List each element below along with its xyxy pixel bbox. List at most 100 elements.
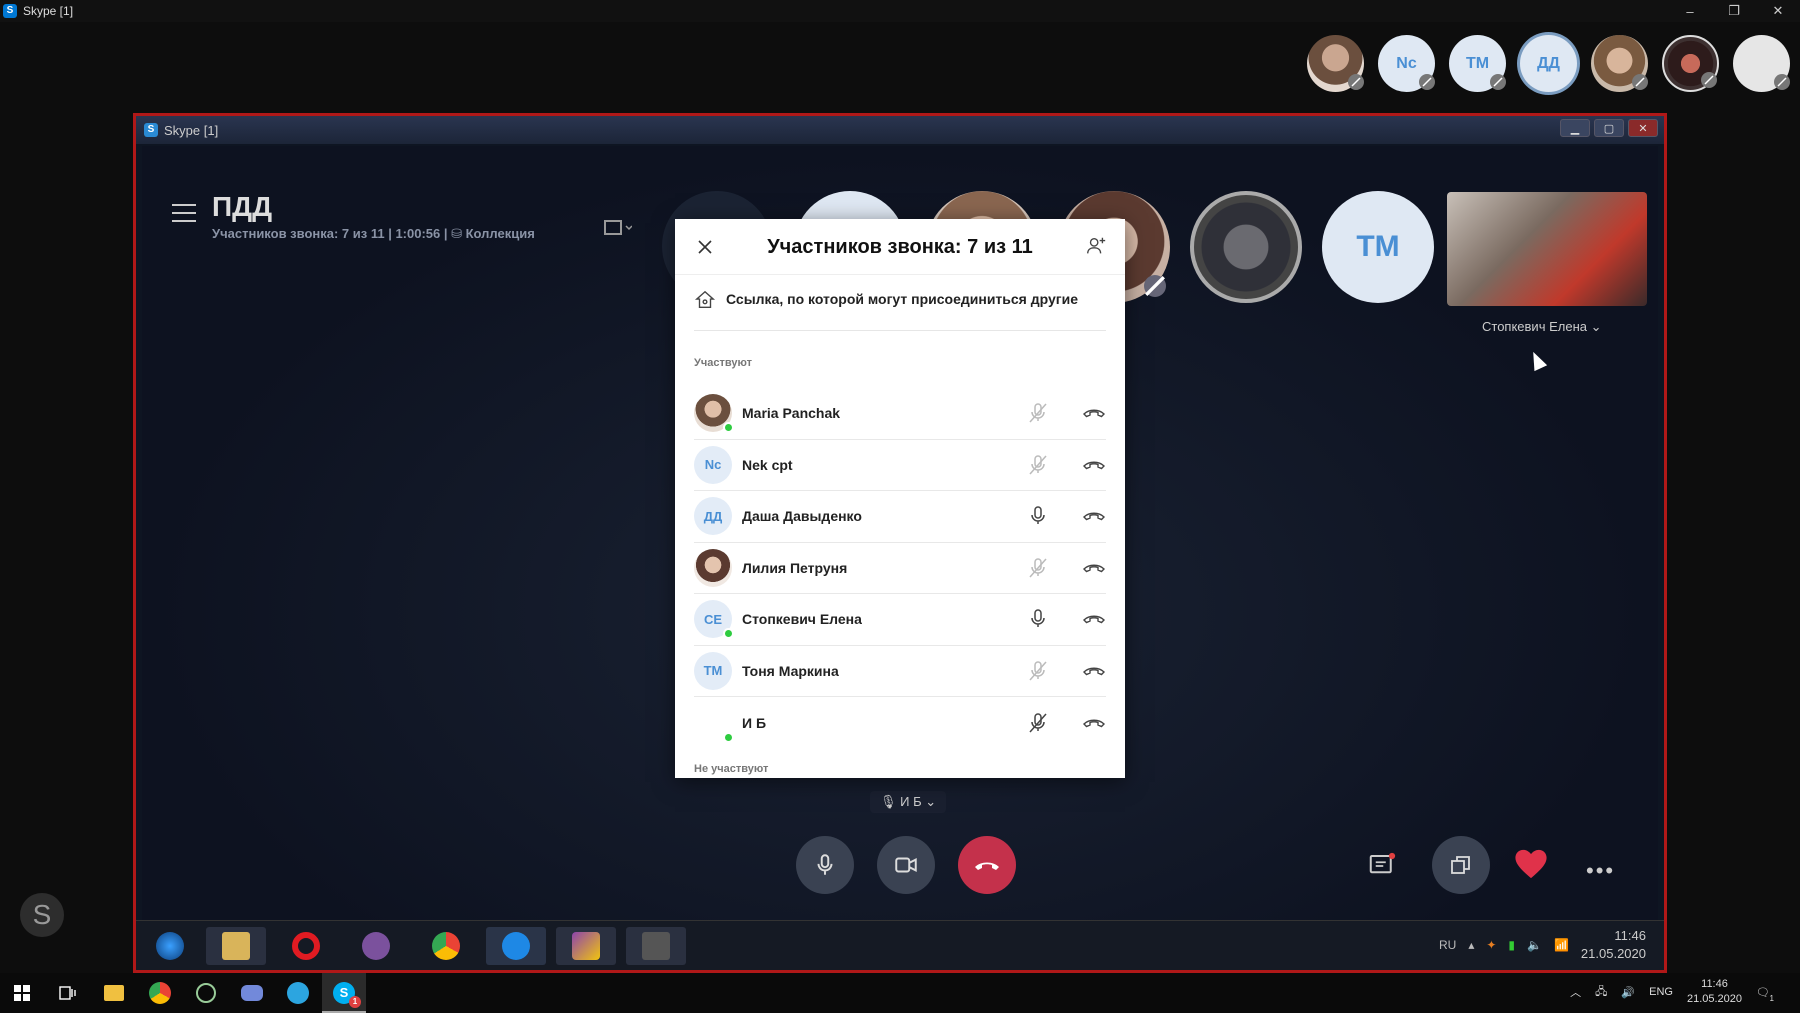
remove-from-call-icon[interactable] xyxy=(1082,711,1106,735)
participant-bubble[interactable]: Nc xyxy=(1378,35,1435,92)
mic-off-icon[interactable] xyxy=(1026,711,1050,735)
participant-row[interactable]: Maria Panchak xyxy=(694,388,1106,440)
inner-close-button[interactable]: ✕ xyxy=(1628,119,1658,137)
chat-button[interactable] xyxy=(1367,851,1397,881)
close-button[interactable]: ✕ xyxy=(1756,0,1800,22)
participant-bubble[interactable] xyxy=(1307,35,1364,92)
inner-taskbar: RU ▴ ✦ ▮ 🔈 📶 11:46 21.05.2020 xyxy=(136,920,1664,970)
video-button[interactable] xyxy=(877,836,935,894)
participant-row[interactable]: ДД Даша Давыденко xyxy=(694,491,1106,543)
mic-button[interactable] xyxy=(796,836,854,894)
participant-name: И Б xyxy=(742,714,767,731)
share-screen-icon xyxy=(1451,856,1470,874)
skype-floating-icon[interactable]: S xyxy=(20,893,64,937)
start-orb-icon[interactable] xyxy=(140,927,200,965)
call-meta: Участников звонка: 7 из 11 | 1:00:56 | ⛁… xyxy=(212,226,535,241)
participant-row[interactable]: Лилия Петруня xyxy=(694,543,1106,594)
windows-start-icon[interactable] xyxy=(8,979,36,1007)
camera-icon xyxy=(895,857,917,873)
outer-titlebar: S Skype [1] – ❐ ✕ xyxy=(0,0,1800,22)
battery-icon[interactable]: ▮ xyxy=(1508,938,1515,952)
skype-icon[interactable]: S1 xyxy=(330,979,361,1008)
notifications-icon[interactable]: 🗨 1 xyxy=(1756,986,1774,1003)
hang-up-icon xyxy=(975,862,999,870)
remove-from-call-icon[interactable] xyxy=(1082,504,1106,528)
explorer-icon[interactable] xyxy=(206,927,266,965)
avatar-initials: ДД xyxy=(1537,54,1560,72)
share-screen-button[interactable] xyxy=(1432,836,1490,894)
file-explorer-icon[interactable] xyxy=(100,979,128,1007)
participant-bubble[interactable] xyxy=(1733,35,1790,92)
participant-bubble[interactable]: TM xyxy=(1449,35,1506,92)
volume-icon[interactable]: 🔊 xyxy=(1621,986,1635,999)
chevron-up-icon[interactable]: ︿ xyxy=(1570,984,1581,1000)
avatar: TM xyxy=(694,651,732,690)
network-icon[interactable]: 🖧 xyxy=(1595,983,1607,1002)
remove-from-call-icon[interactable] xyxy=(1082,556,1106,580)
participant-bubble[interactable] xyxy=(1591,35,1648,92)
clock[interactable]: 11:46 21.05.2020 xyxy=(1687,977,1742,1007)
mic-off-icon[interactable] xyxy=(1026,453,1050,477)
chevron-up-icon[interactable]: ▴ xyxy=(1468,938,1474,952)
remove-from-call-icon[interactable] xyxy=(1082,453,1106,477)
tray-app-icon[interactable]: ✦ xyxy=(1486,938,1496,952)
participant-row[interactable]: И Б xyxy=(694,697,1106,749)
participant-row[interactable]: CE Стопкевич Елена xyxy=(694,594,1106,646)
chrome-icon[interactable] xyxy=(416,927,476,965)
participant-row[interactable]: Nc Nek cpt xyxy=(694,440,1106,491)
mic-icon[interactable] xyxy=(1026,504,1050,528)
participant-row[interactable]: TM Тоня Маркина xyxy=(694,646,1106,697)
avatar[interactable] xyxy=(1190,191,1302,303)
menu-icon[interactable] xyxy=(172,204,196,222)
discord-icon[interactable] xyxy=(238,979,266,1007)
minimize-button[interactable]: – xyxy=(1668,0,1712,22)
inner-maximize-button[interactable]: ▢ xyxy=(1594,119,1624,137)
telegram-icon[interactable] xyxy=(284,979,312,1007)
remove-from-call-icon[interactable] xyxy=(1082,401,1106,425)
inner-clock[interactable]: 11:46 21.05.2020 xyxy=(1581,927,1646,963)
opera-icon[interactable] xyxy=(276,927,336,965)
participant-bubble[interactable] xyxy=(1662,35,1719,92)
invite-link-row[interactable]: Ссылка, по которой могут присоединиться … xyxy=(694,289,1106,331)
remove-from-call-icon[interactable] xyxy=(1082,607,1106,631)
avatar[interactable]: TM xyxy=(1322,191,1434,303)
outer-window-controls: – ❐ ✕ xyxy=(1668,0,1800,22)
more-options-button[interactable]: ••• xyxy=(1586,858,1615,884)
clock-time: 11:46 xyxy=(1701,978,1728,990)
mic-off-icon[interactable] xyxy=(1026,659,1050,683)
participant-list: Maria Panchak Nc Nek cpt ДД Даша Давыденко Ли… xyxy=(694,388,1106,749)
current-speaker-name: И Б xyxy=(900,794,922,809)
end-call-button[interactable] xyxy=(958,836,1016,894)
speaker-name-label: Стопкевич Елена xyxy=(1482,319,1587,334)
restore-button[interactable]: ❐ xyxy=(1712,0,1756,22)
outer-participant-strip: Nc TM ДД xyxy=(1307,35,1790,92)
app-icon[interactable] xyxy=(556,927,616,965)
language-indicator[interactable]: RU xyxy=(1439,938,1456,952)
mic-icon xyxy=(817,854,833,875)
chrome-icon[interactable] xyxy=(146,979,174,1007)
crop-icon[interactable] xyxy=(602,218,633,243)
participant-bubble[interactable]: ДД xyxy=(1520,35,1577,92)
speaker-name-dropdown[interactable]: Стопкевич Елена ⌄ xyxy=(1482,319,1602,335)
remove-from-call-icon[interactable] xyxy=(1082,659,1106,683)
avatar: Nc xyxy=(694,445,732,484)
viber-icon[interactable] xyxy=(346,927,406,965)
avatar-initials: TM xyxy=(703,663,723,679)
mic-off-icon[interactable] xyxy=(1026,556,1050,580)
mic-icon[interactable] xyxy=(1026,607,1050,631)
volume-icon[interactable]: 🔈 xyxy=(1527,938,1542,952)
mic-off-icon xyxy=(1632,74,1648,90)
skype-taskbar-icon[interactable] xyxy=(486,927,546,965)
signal-icon[interactable]: 📶 xyxy=(1554,938,1569,952)
current-speaker-label[interactable]: 🎙 И Б ⌄ xyxy=(870,791,947,813)
mic-off-icon[interactable] xyxy=(1026,401,1050,425)
xbox-icon[interactable] xyxy=(192,979,220,1007)
mic-off-icon xyxy=(1490,74,1506,90)
video-editor-icon[interactable] xyxy=(626,927,686,965)
task-view-icon[interactable] xyxy=(54,979,82,1007)
language-indicator[interactable]: ENG xyxy=(1649,986,1673,998)
inner-minimize-button[interactable]: ▁ xyxy=(1560,119,1590,137)
heart-button[interactable] xyxy=(1514,848,1548,882)
video-tile[interactable] xyxy=(1447,192,1647,306)
add-person-icon[interactable] xyxy=(1085,235,1107,262)
